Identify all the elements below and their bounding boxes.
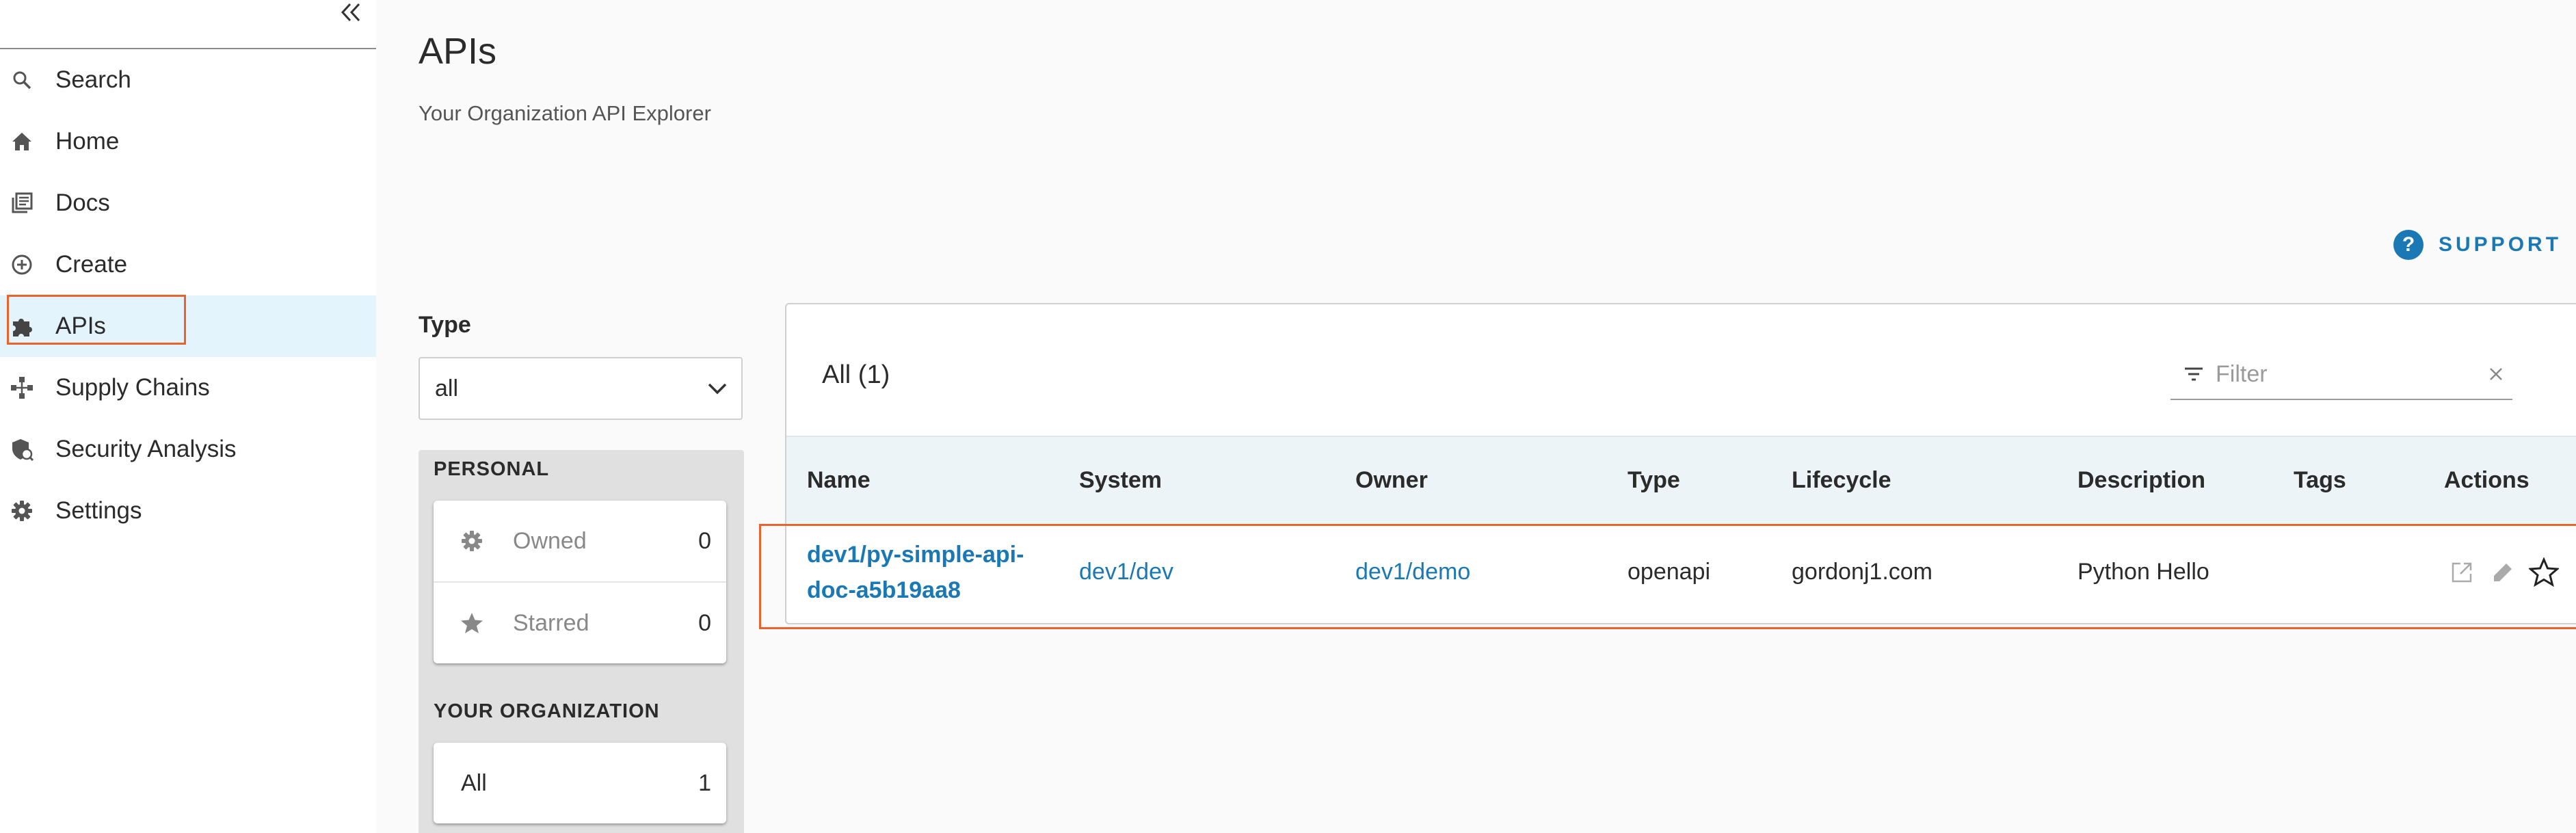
- sidebar-item-label: Supply Chains: [55, 374, 210, 401]
- chevron-down-icon: [708, 383, 727, 395]
- api-description: Python Hello: [2077, 559, 2209, 585]
- filter-all[interactable]: All 1: [434, 743, 726, 823]
- api-system-link[interactable]: dev1/dev: [1079, 559, 1173, 585]
- collapse-sidebar-button[interactable]: [328, 0, 373, 25]
- filter-owned-count: 0: [698, 527, 711, 554]
- sidebar-item-label: Create: [55, 251, 128, 278]
- security-shield-icon: [10, 437, 34, 462]
- sidebar-item-supply-chains[interactable]: Supply Chains: [0, 357, 376, 419]
- gear-icon: [460, 529, 484, 553]
- personal-filter-card: Owned 0 Starred 0: [434, 501, 726, 663]
- star-icon: [460, 611, 484, 635]
- gear-icon: [10, 499, 34, 523]
- column-header-system[interactable]: System: [1079, 467, 1162, 494]
- sidebar-item-search[interactable]: Search: [0, 49, 376, 111]
- sidebar-item-label: Security Analysis: [55, 436, 237, 462]
- column-header-tags[interactable]: Tags: [2294, 467, 2346, 494]
- support-link[interactable]: ? SUPPORT: [2393, 228, 2562, 261]
- filter-all-label: All: [461, 769, 487, 796]
- filter-starred[interactable]: Starred 0: [434, 581, 726, 663]
- table-title: All (1): [822, 360, 890, 389]
- org-heading: YOUR ORGANIZATION: [434, 700, 660, 722]
- api-owner-link[interactable]: dev1/demo: [1355, 559, 1470, 585]
- filter-starred-label: Starred: [513, 609, 589, 636]
- sidebar: Search Home Docs Create APIs Supply Chai…: [0, 0, 376, 833]
- sidebar-item-settings[interactable]: Settings: [0, 480, 376, 542]
- filter-all-count: 1: [698, 769, 711, 796]
- sidebar-item-label: Home: [55, 128, 120, 155]
- search-icon: [10, 68, 34, 92]
- personal-heading: PERSONAL: [434, 458, 550, 480]
- sidebar-item-security-analysis[interactable]: Security Analysis: [0, 419, 376, 480]
- edit-icon[interactable]: [2488, 557, 2518, 587]
- filter-starred-count: 0: [698, 609, 711, 636]
- table-filter: [2170, 349, 2512, 400]
- column-header-lifecycle[interactable]: Lifecycle: [1792, 467, 1891, 494]
- puzzle-icon: [10, 314, 34, 339]
- table-row: dev1/py-simple-api- doc-a5b19aa8 dev1/de…: [786, 523, 2576, 623]
- api-table-card: All (1) Name System Owner Type Lifecycle…: [785, 303, 2576, 624]
- sidebar-item-create[interactable]: Create: [0, 234, 376, 295]
- org-filter-card: All 1: [434, 743, 726, 823]
- api-name-line-1: dev1/py-simple-api-: [807, 542, 1024, 568]
- create-icon: [10, 252, 34, 277]
- star-outline-icon[interactable]: [2529, 557, 2559, 587]
- page-title: APIs: [419, 31, 497, 72]
- sidebar-item-apis[interactable]: APIs: [0, 295, 376, 357]
- filter-owned-label: Owned: [513, 527, 587, 554]
- support-label: SUPPORT: [2439, 233, 2562, 256]
- open-external-icon[interactable]: [2447, 557, 2477, 587]
- double-chevron-left-icon: [341, 3, 360, 22]
- api-name-line-2: doc-a5b19aa8: [807, 577, 961, 603]
- column-header-description[interactable]: Description: [2077, 467, 2205, 494]
- column-header-name[interactable]: Name: [807, 467, 871, 494]
- api-type: openapi: [1628, 559, 1711, 585]
- sidebar-nav: Search Home Docs Create APIs Supply Chai…: [0, 49, 376, 542]
- type-filter-label: Type: [419, 312, 471, 338]
- api-lifecycle: gordonj1.com: [1792, 559, 1933, 585]
- sidebar-item-docs[interactable]: Docs: [0, 172, 376, 234]
- owner-filter-panel: PERSONAL Owned 0 Starred 0 YOUR ORGANIZA…: [419, 450, 744, 833]
- type-select-value: all: [435, 375, 459, 401]
- supply-chain-icon: [10, 375, 34, 400]
- filter-input[interactable]: [2214, 360, 2477, 388]
- filter-owned[interactable]: Owned 0: [434, 501, 726, 581]
- sidebar-item-label: APIs: [55, 313, 106, 339]
- column-header-actions: Actions: [2444, 467, 2529, 493]
- column-header-type[interactable]: Type: [1628, 467, 1680, 494]
- docs-icon: [10, 191, 34, 215]
- type-select[interactable]: all: [419, 357, 743, 420]
- api-name-link[interactable]: dev1/py-simple-api- doc-a5b19aa8: [807, 537, 1053, 608]
- sidebar-item-label: Settings: [55, 497, 142, 524]
- clear-filter-icon[interactable]: [2484, 362, 2508, 386]
- help-icon: ?: [2393, 230, 2424, 260]
- column-header-owner[interactable]: Owner: [1355, 467, 1428, 494]
- sidebar-item-label: Search: [55, 66, 131, 93]
- filter-list-icon: [2180, 360, 2207, 388]
- home-icon: [10, 129, 34, 154]
- page-subtitle: Your Organization API Explorer: [419, 101, 711, 125]
- sidebar-item-label: Docs: [55, 189, 110, 216]
- sidebar-item-home[interactable]: Home: [0, 111, 376, 172]
- table-header: Name System Owner Type Lifecycle Descrip…: [786, 436, 2576, 523]
